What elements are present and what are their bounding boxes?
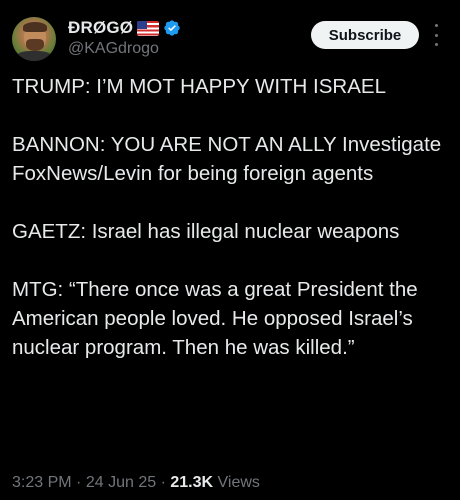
meta-separator: ·: [76, 474, 82, 491]
post-container: ÐRØGØ @KAGdrogo Subscribe TRUMP: I’M MOT…: [0, 0, 460, 500]
views-label: Views: [217, 474, 260, 491]
post-paragraph-mtg: MTG: “There once was a great President t…: [12, 278, 418, 359]
author-name-row: ÐRØGØ: [68, 17, 181, 39]
author-handle[interactable]: @KAGdrogo: [68, 40, 159, 58]
avatar-shirt: [16, 51, 52, 61]
avatar-beard: [26, 39, 44, 51]
post-paragraph-trump: TRUMP: I’M MOT HAPPY WITH ISRAEL: [12, 75, 386, 98]
post-paragraph-bannon: BANNON: YOU ARE NOT AN ALLY Investigate …: [12, 133, 442, 185]
post-paragraph-gaetz: GAETZ: Israel has illegal nuclear weapon…: [12, 220, 400, 243]
subscribe-button[interactable]: Subscribe: [311, 21, 419, 49]
more-dot: [434, 24, 438, 27]
views-count: 21.3K: [170, 474, 214, 491]
author-display-name[interactable]: ÐRØGØ: [68, 18, 133, 38]
author-avatar[interactable]: [12, 17, 56, 61]
more-dot: [434, 43, 438, 46]
more-options-icon[interactable]: [432, 24, 440, 46]
post-body: TRUMP: I’M MOT HAPPY WITH ISRAEL BANNON:…: [12, 72, 452, 362]
avatar-hair: [23, 22, 47, 32]
post-meta: 3:23 PM · 24 Jun 25 · 21.3K Views: [12, 474, 260, 492]
more-dot: [434, 33, 438, 37]
post-time[interactable]: 3:23 PM: [12, 474, 72, 491]
post-date[interactable]: 24 Jun 25: [86, 474, 156, 491]
us-flag-icon: [137, 20, 160, 36]
meta-separator: ·: [160, 474, 166, 491]
verified-badge-icon[interactable]: [163, 19, 181, 37]
